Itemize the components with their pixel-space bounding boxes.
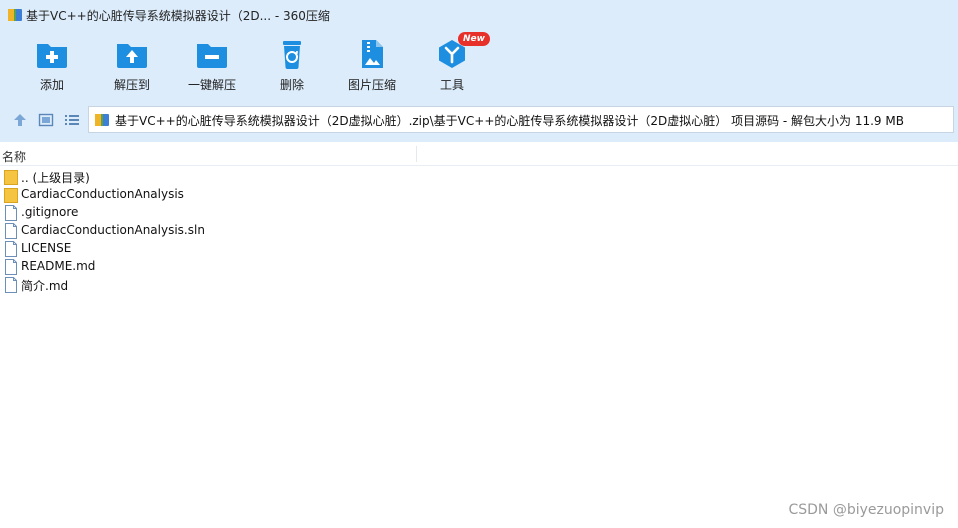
- address-path: 基于VC++的心脏传导系统模拟器设计（2D虚拟心脏）.zip\基于VC++的心脏…: [115, 114, 904, 128]
- list-item[interactable]: LICENSE: [0, 240, 958, 258]
- extract-to-label: 解压到: [113, 78, 150, 92]
- item-name: .gitignore: [21, 205, 79, 219]
- new-badge: New: [458, 32, 490, 46]
- list-item[interactable]: .gitignore: [0, 204, 958, 222]
- delete-button[interactable]: 删除: [252, 38, 332, 94]
- image-compress-button[interactable]: 图片压缩: [332, 38, 412, 94]
- app-window: 基于VC++的心脏传导系统模拟器设计（2D... - 360压缩 添加 解压到: [0, 0, 958, 528]
- tools-label: 工具: [439, 78, 464, 92]
- delete-label: 删除: [279, 78, 304, 92]
- column-separator[interactable]: [416, 146, 417, 162]
- archive-icon: [95, 114, 109, 126]
- address-bar[interactable]: 基于VC++的心脏传导系统模拟器设计（2D虚拟心脏）.zip\基于VC++的心脏…: [88, 106, 954, 133]
- file-icon: [5, 259, 17, 275]
- item-name: .. (上级目录): [21, 171, 90, 185]
- list-item[interactable]: README.md: [0, 258, 958, 276]
- one-click-extract-button[interactable]: 一键解压: [172, 38, 252, 94]
- column-header: 名称: [0, 144, 958, 166]
- folder-icon: [4, 170, 18, 185]
- item-name: LICENSE: [21, 241, 72, 255]
- thumbnail-view-icon[interactable]: [38, 112, 54, 128]
- item-name: 简介.md: [21, 279, 69, 293]
- list-view-icon[interactable]: [64, 112, 80, 128]
- image-compress-icon: [362, 40, 383, 68]
- extract-to-icon: [117, 44, 147, 68]
- item-name: CardiacConductionAnalysis.sln: [21, 223, 205, 237]
- extract-to-button[interactable]: 解压到: [92, 38, 172, 94]
- one-click-extract-icon: [197, 44, 227, 68]
- list-item[interactable]: 简介.md: [0, 276, 958, 294]
- file-icon: [5, 241, 17, 257]
- folder-icon: [4, 188, 18, 203]
- address-row: 基于VC++的心脏传导系统模拟器设计（2D虚拟心脏）.zip\基于VC++的心脏…: [0, 98, 958, 142]
- add-button[interactable]: 添加: [12, 38, 92, 94]
- window-title: 基于VC++的心脏传导系统模拟器设计（2D... - 360压缩: [26, 9, 330, 23]
- watermark: CSDN @biyezuopinvip: [788, 502, 944, 518]
- file-list: .. (上级目录) CardiacConductionAnalysis .git…: [0, 168, 958, 294]
- item-name: CardiacConductionAnalysis: [21, 187, 184, 201]
- list-item[interactable]: CardiacConductionAnalysis.sln: [0, 222, 958, 240]
- file-icon: [5, 223, 17, 239]
- list-item[interactable]: .. (上级目录): [0, 168, 958, 186]
- trash-icon: [283, 41, 301, 69]
- tools-button[interactable]: New 工具: [412, 32, 492, 94]
- toolbar: 添加 解压到 一键解压 删除 图片压缩 New 工具: [0, 30, 958, 98]
- add-label: 添加: [39, 78, 64, 92]
- archive-app-icon: [8, 9, 22, 21]
- item-name: README.md: [21, 259, 96, 273]
- file-icon: [5, 205, 17, 221]
- file-icon: [5, 277, 17, 293]
- column-name-header[interactable]: 名称: [2, 148, 26, 165]
- title-bar: 基于VC++的心脏传导系统模拟器设计（2D... - 360压缩: [0, 0, 958, 30]
- list-item[interactable]: CardiacConductionAnalysis: [0, 186, 958, 204]
- up-arrow-icon[interactable]: [12, 112, 28, 128]
- add-folder-icon: [37, 44, 67, 68]
- one-click-extract-label: 一键解压: [187, 78, 236, 92]
- image-compress-label: 图片压缩: [347, 78, 396, 92]
